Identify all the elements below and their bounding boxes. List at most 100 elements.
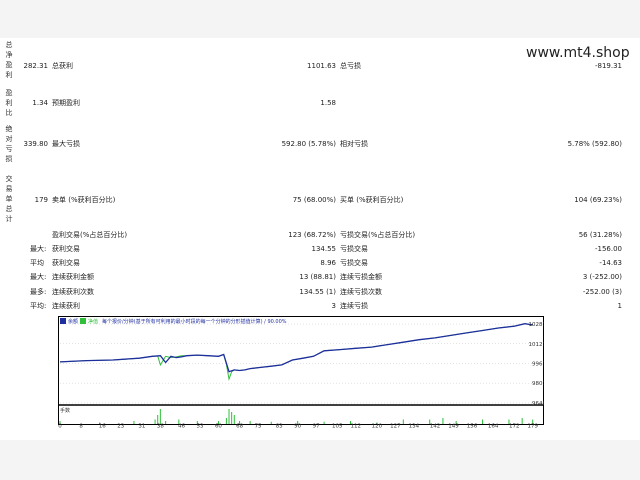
x-tick-label: 75 — [255, 424, 262, 429]
x-tick-label: 105 — [332, 424, 343, 429]
x-tick-label: 38 — [157, 424, 164, 429]
x-tick-label: 60 — [215, 424, 222, 429]
maximal-consecutive-profit-value: 134.55 (1) — [299, 288, 336, 296]
x-tick-label: 97 — [313, 424, 320, 429]
x-tick-label: 0 — [58, 424, 62, 429]
x-tick-label: 120 — [372, 424, 383, 429]
volume-bar — [482, 419, 484, 424]
volume-bar — [154, 419, 156, 424]
volume-bar — [231, 412, 233, 424]
profit-factor-value: 1.34 — [32, 99, 48, 107]
gross-loss-value: -819.31 — [594, 62, 622, 70]
expected-payoff-value: 1.58 — [320, 99, 336, 107]
x-tick-label: 134 — [409, 424, 420, 429]
max-consecutive-prefix: 最大: — [30, 273, 47, 281]
equity-legend-swatch — [80, 318, 86, 324]
side-label-net-profit: 总净盈利 — [5, 41, 13, 79]
avg-consecutive-losses-label: 连续亏损 — [340, 302, 368, 310]
x-tick-label: 156 — [467, 424, 478, 429]
profit-trades-label: 盈利交易(%占总百分比) — [52, 231, 128, 239]
balance-legend-swatch — [60, 318, 66, 324]
maximal-prefix: 最多: — [30, 288, 47, 296]
volume-bar — [402, 419, 404, 424]
volume-bar — [323, 421, 325, 424]
y-tick-label: 9807 — [532, 381, 544, 387]
volume-bar — [165, 421, 167, 424]
avg-consecutive-wins-label: 连续获利 — [52, 302, 80, 310]
x-tick-label: 142 — [430, 424, 441, 429]
long-positions-value: 104 (69.23%) — [574, 196, 622, 204]
largest-prefix: 最大: — [30, 245, 47, 253]
relative-drawdown-label: 相对亏损 — [340, 140, 368, 148]
volume-bar — [270, 421, 272, 424]
x-tick-label: 149 — [448, 424, 459, 429]
volume-label: 手数 — [60, 407, 70, 414]
volume-bar — [225, 418, 227, 424]
max-drawdown-label: 最大亏损 — [52, 140, 80, 148]
maximal-consecutive-profit-label: 连续获利次数 — [52, 288, 94, 296]
watermark: www.mt4.shop — [526, 45, 630, 61]
volume-bar — [133, 421, 135, 424]
x-tick-label: 16 — [99, 424, 106, 429]
x-tick-label: 90 — [294, 424, 301, 429]
long-positions-label: 买单 (%获利百分比) — [340, 196, 404, 204]
x-tick-label: 164 — [488, 424, 499, 429]
x-tick-label: 179 — [527, 424, 538, 429]
average-profit-value: 8.96 — [320, 259, 336, 267]
volume-bar — [249, 421, 251, 424]
max-consecutive-losses-value: 3 (-252.00) — [582, 273, 622, 281]
average-loss-value: -14.63 — [599, 259, 622, 267]
total-trades-value: 179 — [34, 196, 48, 204]
relative-drawdown-value: 5.78% (592.80) — [567, 140, 622, 148]
maximal-consecutive-loss-label: 连续亏损次数 — [340, 288, 382, 296]
y-tick-label: 9646 — [532, 401, 544, 407]
y-tick-label: 10287 — [529, 322, 545, 328]
avg-consecutive-prefix: 平均: — [30, 302, 47, 310]
side-label-total-trades: 交易单总计 — [5, 175, 13, 223]
x-tick-label: 172 — [509, 424, 520, 429]
absolute-drawdown-value: 339.80 — [23, 140, 49, 148]
x-tick-label: 23 — [117, 424, 124, 429]
gross-profit-value: 1101.63 — [307, 62, 336, 70]
largest-profit-label: 获利交易 — [52, 245, 80, 253]
balance-chart: 余额 净值 每个报价/分钟(基于所有可利用的最小时段的每一个分钟的分形插值计算)… — [58, 316, 544, 428]
top-band — [0, 0, 640, 38]
average-loss-label: 亏损交易 — [340, 259, 368, 267]
gross-loss-label: 总亏损 — [340, 62, 361, 70]
y-tick-label: 10127 — [529, 342, 545, 348]
max-consecutive-losses-label: 连续亏损金额 — [340, 273, 382, 281]
x-tick-label: 8 — [79, 424, 83, 429]
volume-bar — [159, 409, 161, 424]
avg-consecutive-losses-value: 1 — [617, 302, 622, 310]
x-tick-label: 83 — [276, 424, 283, 429]
x-tick-label: 31 — [138, 424, 145, 429]
largest-profit-value: 134.55 — [311, 245, 337, 253]
volume-bar — [442, 418, 444, 424]
largest-loss-label: 亏损交易 — [340, 245, 368, 253]
short-positions-value: 75 (68.00%) — [292, 196, 336, 204]
chart-legend-text: 每个报价/分钟(基于所有可利用的最小时段的每一个分钟的分形插值计算) / 90.… — [102, 318, 287, 325]
avg-consecutive-wins-value: 3 — [331, 302, 336, 310]
short-positions-label: 卖单 (%获利百分比) — [52, 196, 116, 204]
side-label-absolute-drawdown: 绝对亏损 — [5, 125, 13, 163]
gross-profit-label: 总获利 — [52, 62, 73, 70]
volume-bar — [228, 409, 230, 424]
x-tick-label: 127 — [390, 424, 401, 429]
maximal-consecutive-loss-value: -252.00 (3) — [582, 288, 622, 296]
balance-legend-label: 余额 — [68, 318, 78, 325]
expected-payoff-label: 预期盈利 — [52, 99, 80, 107]
max-consecutive-wins-value: 13 (88.81) — [299, 273, 336, 281]
y-tick-label: 9967 — [532, 361, 544, 367]
loss-trades-label: 亏损交易(%占总百分比) — [340, 231, 416, 239]
average-prefix: 平均 — [30, 259, 44, 267]
x-tick-label: 68 — [236, 424, 243, 429]
x-tick-label: 53 — [196, 424, 203, 429]
bottom-band — [0, 440, 640, 480]
max-drawdown-value: 592.80 (5.78%) — [281, 140, 336, 148]
x-tick-label: 46 — [178, 424, 185, 429]
equity-legend-label: 净值 — [88, 318, 98, 325]
loss-trades-value: 56 (31.28%) — [578, 231, 622, 239]
net-profit-value: 282.31 — [23, 62, 49, 70]
volume-bar — [521, 418, 523, 424]
largest-loss-value: -156.00 — [594, 245, 622, 253]
